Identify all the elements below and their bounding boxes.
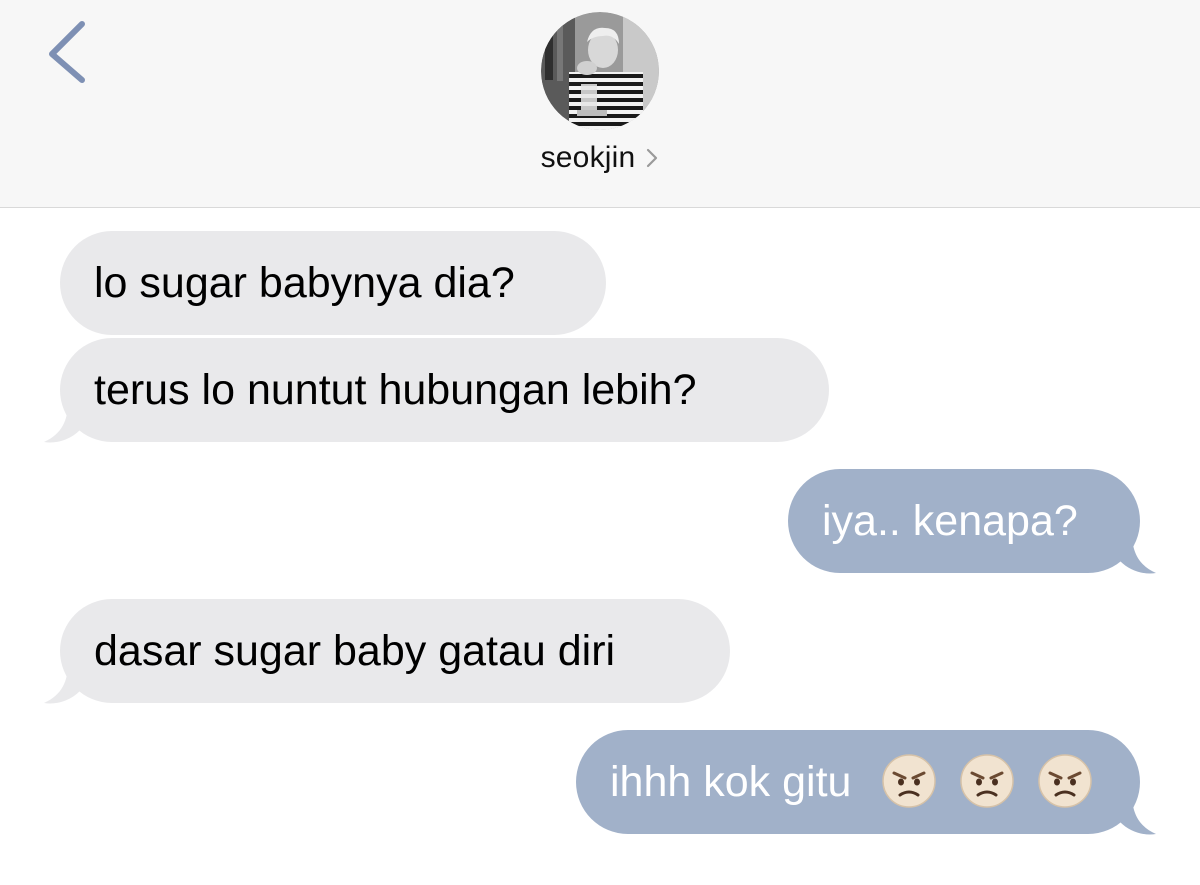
message-text: lo sugar babynya dia?	[94, 259, 515, 307]
back-button[interactable]	[38, 18, 98, 88]
chevron-right-icon	[647, 148, 658, 168]
message-text: iya.. kenapa?	[822, 497, 1078, 545]
message-text: ihhh kok gitu	[610, 758, 852, 806]
chevron-left-icon	[49, 21, 85, 83]
conversation-header: seokjin	[0, 0, 1200, 208]
message-text: terus lo nuntut hubungan lebih?	[94, 366, 697, 414]
message-bubble-outgoing[interactable]: iya.. kenapa?	[788, 469, 1140, 573]
contact-name-button[interactable]: seokjin	[0, 136, 1200, 180]
bubble-tail	[44, 402, 80, 443]
bubble-tail	[44, 663, 80, 704]
angry-face-icon	[1038, 753, 1093, 808]
avatar[interactable]	[541, 12, 659, 130]
message-bubble-outgoing[interactable]: ihhh kok gitu	[576, 730, 1140, 834]
contact-photo	[541, 12, 659, 130]
message-bubble-incoming[interactable]: lo sugar babynya dia?	[60, 231, 606, 335]
contact-name: seokjin	[540, 141, 636, 174]
angry-face-icon	[960, 753, 1015, 808]
angry-face-icon	[882, 753, 937, 808]
message-text: dasar sugar baby gatau diri	[94, 627, 616, 675]
message-bubble-incoming[interactable]: dasar sugar baby gatau diri	[60, 599, 730, 703]
bubble-tail	[1120, 794, 1156, 835]
message-bubble-incoming[interactable]: terus lo nuntut hubungan lebih?	[60, 338, 829, 442]
bubble-tail	[1120, 533, 1156, 574]
